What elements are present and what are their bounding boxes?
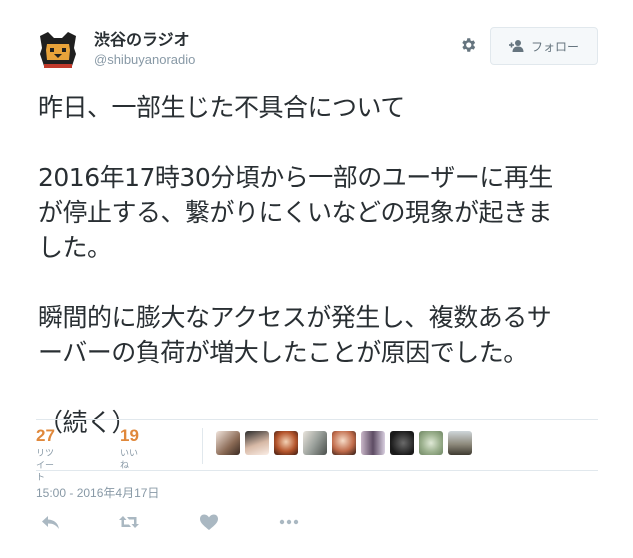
liker-avatar[interactable]: [419, 431, 443, 455]
liker-avatar[interactable]: [216, 431, 240, 455]
like-stat[interactable]: 19 いいね: [120, 426, 139, 472]
divider: [36, 470, 598, 471]
stats-separator: [202, 428, 203, 464]
more-icon[interactable]: [278, 512, 300, 532]
liker-avatar[interactable]: [245, 431, 269, 455]
retweet-label: リツイート: [36, 449, 55, 483]
divider: [36, 419, 598, 420]
tweet-line: ーバーの負荷が増大したことが原因でした。: [38, 338, 528, 367]
display-name[interactable]: 渋谷のラジオ: [94, 30, 195, 50]
liker-avatar[interactable]: [274, 431, 298, 455]
liker-avatar[interactable]: [448, 431, 472, 455]
retweet-count: 27: [36, 426, 55, 445]
add-user-icon: [508, 40, 524, 52]
like-heart-icon[interactable]: [198, 512, 220, 532]
tweet-line: が停止する、繋がりにくいなどの現象が起きま: [38, 198, 553, 227]
user-name-block: 渋谷のラジオ @shibuyanoradio: [94, 30, 195, 69]
screen-name[interactable]: @shibuyanoradio: [94, 51, 195, 69]
tweet-line-break: [38, 265, 608, 300]
follow-button[interactable]: フォロー: [490, 27, 598, 65]
tweet-line: 2016年17時30分頃から一部のユーザーに再生: [38, 163, 553, 192]
likers-list: [216, 431, 477, 457]
tweet-header: 渋谷のラジオ @shibuyanoradio フォロー: [36, 24, 601, 84]
retweet-icon[interactable]: [118, 512, 140, 532]
like-count: 19: [120, 426, 139, 445]
reply-icon[interactable]: [40, 512, 62, 532]
liker-avatar[interactable]: [390, 431, 414, 455]
tweet-line: 瞬間的に膨大なアクセスが発生し、複数あるサ: [38, 303, 552, 332]
gear-icon[interactable]: [459, 36, 477, 54]
tweet-line-break: [38, 125, 608, 160]
tweet-line: 昨日、一部生じた不具合について: [38, 93, 405, 122]
liker-avatar[interactable]: [332, 431, 356, 455]
liker-avatar[interactable]: [303, 431, 327, 455]
tweet-text: 昨日、一部生じた不具合について 2016年17時30分頃から一部のユーザーに再生…: [38, 90, 608, 440]
follow-button-label: フォロー: [530, 39, 579, 54]
user-avatar[interactable]: [36, 28, 80, 72]
tweet-line: した。: [38, 233, 112, 262]
tweet-line-break: [38, 370, 608, 405]
retweet-stat[interactable]: 27 リツイート: [36, 426, 55, 484]
liker-avatar[interactable]: [361, 431, 385, 455]
like-label: いいね: [120, 449, 139, 471]
tweet-timestamp[interactable]: 15:00 - 2016年4月17日: [36, 484, 159, 501]
